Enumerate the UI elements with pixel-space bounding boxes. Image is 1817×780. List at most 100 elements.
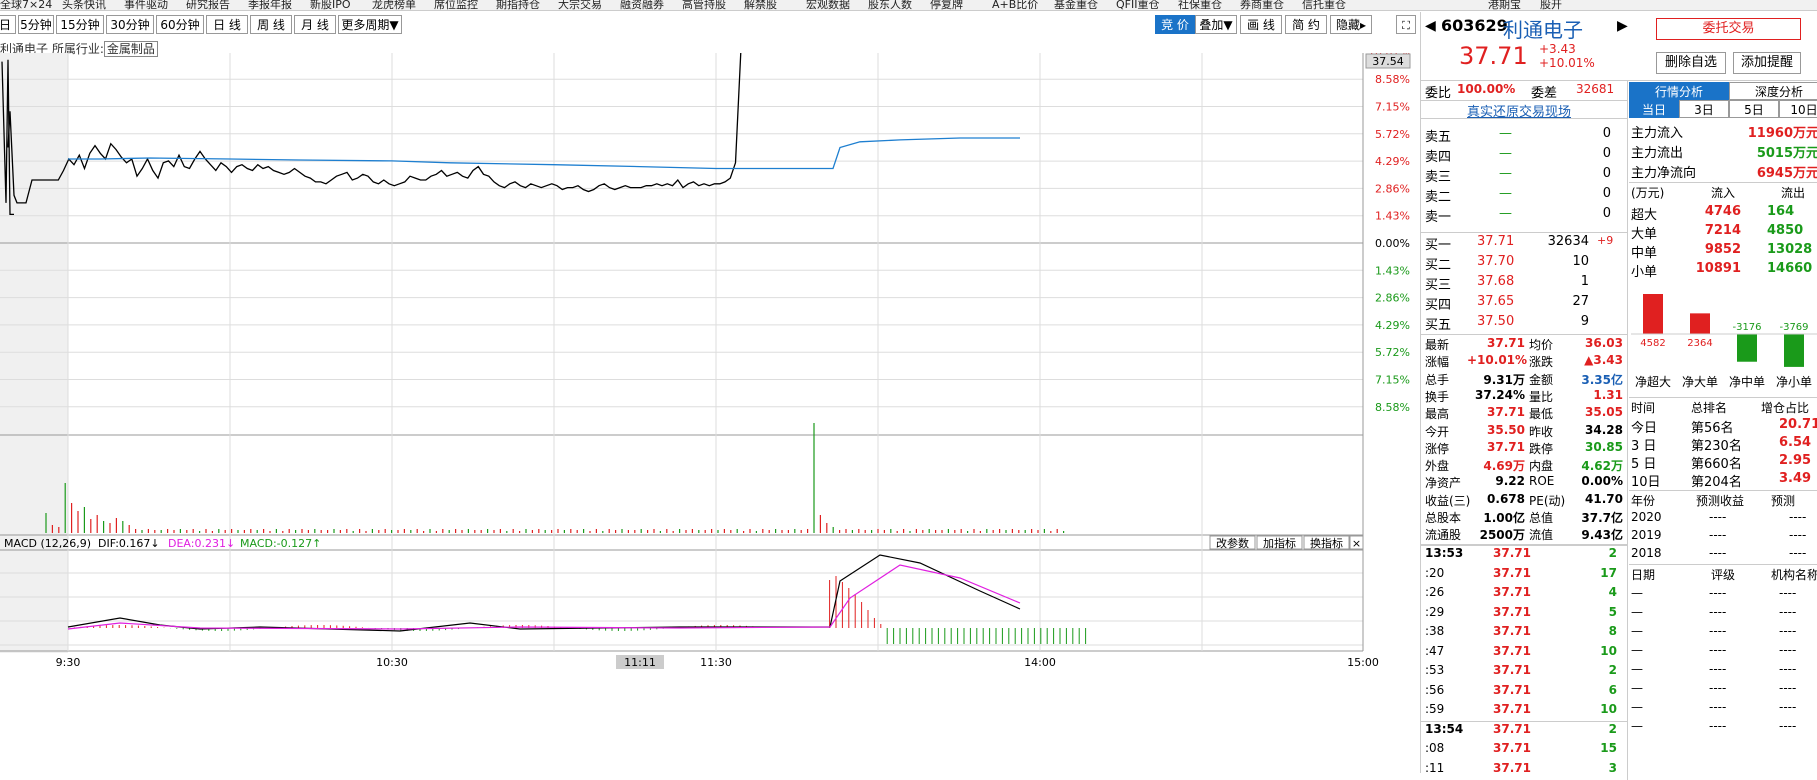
entrust-button[interactable]: 委托交易 [1656,18,1801,40]
toolbar-right-button[interactable]: 竞 价 [1155,15,1195,34]
rating-grade: ---- [1709,624,1727,638]
rating-date: — [1631,605,1643,619]
price-axis-label-zero: 0.00% [1375,237,1410,250]
net-flow-value: -3769 [1779,322,1808,333]
period-button[interactable]: 5分钟 [18,15,54,34]
tick-time: :56 [1425,682,1445,697]
forecast-pe: ---- [1789,510,1807,524]
prev-stock-icon[interactable]: ◀ [1425,18,1436,34]
add-alert-button[interactable]: 添加提醒 [1733,52,1801,74]
flow-in: 10891 [1695,261,1741,276]
toolbar-right-button[interactable]: 画 线 [1240,15,1282,34]
analysis-tab[interactable]: 深度分析 [1729,82,1817,100]
bid-volume: 9 [1580,314,1589,329]
divider [1629,397,1817,398]
divider [1421,80,1817,81]
net-flow-label: 净中单 [1729,374,1765,389]
rank-period: 今日 [1631,421,1658,436]
macd-button: 加指标 [1263,536,1296,550]
stat-value: 4.69万 [1483,459,1525,474]
top-menu-item[interactable]: 全球7×24 [0,0,52,10]
top-menu-item[interactable]: 解禁股 [744,0,777,10]
period-tab[interactable]: 10日 [1779,100,1817,118]
next-stock-icon[interactable]: ▶ [1617,18,1628,34]
top-menu-item[interactable]: 港期宝 [1488,0,1521,10]
stat-label: 总值 [1529,511,1554,525]
rating-org: ---- [1779,643,1797,657]
stat-label: 收益(三) [1425,493,1471,508]
top-menu-item[interactable]: 股东人数 [868,0,912,10]
tick-volume: 2 [1608,546,1617,560]
macd-title: MACD (12,26,9) [4,537,91,550]
top-menu-item[interactable]: A+B比价 [992,0,1038,10]
rank-pct: 20.71 [1779,417,1817,432]
top-menu-item[interactable]: 席位监控 [434,0,478,10]
tick-volume: 8 [1608,624,1617,638]
top-menu-item[interactable]: 宏观数据 [806,0,850,10]
bid-change: +9 [1597,234,1614,247]
rating-org: ---- [1779,586,1797,600]
stat-value: 35.50 [1487,422,1525,437]
period-button[interactable]: 月 线 [294,15,336,34]
net-flow-label: 净超大 [1635,374,1671,389]
rating-org: ---- [1779,700,1797,714]
flow-row-label: 中单 [1631,246,1658,261]
stat-value: 4.62万 [1581,459,1623,474]
stat-value: 9.22 [1495,474,1525,489]
top-menu-item[interactable]: 券商重仓 [1240,0,1284,10]
flow-label: 主力流入 [1631,126,1684,141]
stat-label: 涨停 [1425,441,1450,456]
time-axis-label: 15:00 [1347,656,1379,669]
top-menu-item[interactable]: 季报年报 [248,0,292,10]
macd-value: MACD:-0.127↑ [240,537,321,550]
delete-favorite-button[interactable]: 删除自选 [1656,52,1726,74]
expand-icon[interactable]: ⛶ [1396,15,1416,34]
toolbar-right-button[interactable]: 叠加▼ [1195,15,1237,34]
stat-label: PE(动) [1529,493,1566,508]
period-tab[interactable]: 5日 [1729,100,1779,118]
top-menu-item[interactable]: 基金重仓 [1054,0,1098,10]
top-menu-item[interactable]: 融资融券 [620,0,664,10]
rating-org: ---- [1779,662,1797,676]
tick-time: :38 [1425,624,1445,638]
top-menu-item[interactable]: 头条快讯 [62,0,106,10]
pre-market-shade [0,53,68,653]
top-menu-item[interactable]: 信托重仓 [1302,0,1346,10]
period-tab[interactable]: 3日 [1679,100,1729,118]
top-menu-item[interactable]: QFII重仓 [1116,0,1159,10]
top-menu-item[interactable]: 社保重仓 [1178,0,1222,10]
intraday-chart[interactable]: 10.01%8.58%7.15%5.72%4.29%2.86%1.43%0.00… [0,46,1420,773]
time-axis-label: 11:11 [624,656,656,669]
flow-out: 13028 [1767,242,1813,257]
macd-dif-line [67,554,1021,632]
period-button[interactable]: 日 [0,15,16,34]
toolbar-right-button[interactable]: 简 约 [1285,15,1327,34]
stat-label: 昨收 [1529,424,1554,439]
toolbar-right-button[interactable]: 隐藏▸ [1330,15,1372,34]
period-button[interactable]: 30分钟 [106,15,154,34]
period-button[interactable]: 日 线 [206,15,248,34]
stat-value: 34.28 [1585,422,1623,437]
top-menu-item[interactable]: 股开 [1540,0,1562,10]
top-menu-item[interactable]: 停复牌 [930,0,963,10]
top-menu-item[interactable]: 期指持仓 [496,0,540,10]
top-menu-item[interactable]: 龙虎榜单 [372,0,416,10]
top-menu-item[interactable]: 新股IPO [310,0,351,10]
price-axis-label-down: 1.43% [1375,264,1410,277]
period-button[interactable]: 60分钟 [156,15,204,34]
top-menu-item[interactable]: 高管持股 [682,0,726,10]
top-menu-item[interactable]: 研究报告 [186,0,230,10]
period-tab[interactable]: 当日 [1629,100,1679,118]
rating-grade: ---- [1709,643,1727,657]
chart-canvas: 10.01%8.58%7.15%5.72%4.29%2.86%1.43%0.00… [0,46,1411,669]
period-button[interactable]: 更多周期▼ [338,15,402,34]
period-button[interactable]: 周 线 [250,15,292,34]
analysis-tab[interactable]: 行情分析 [1629,82,1729,100]
rating-date: — [1631,700,1643,714]
top-menu-item[interactable]: 大宗交易 [558,0,602,10]
flow-out: 164 [1767,204,1795,219]
period-button[interactable]: 15分钟 [56,15,104,34]
divider [1629,182,1817,183]
bid-label: 买五 [1425,318,1452,333]
top-menu-item[interactable]: 事件驱动 [124,0,168,10]
